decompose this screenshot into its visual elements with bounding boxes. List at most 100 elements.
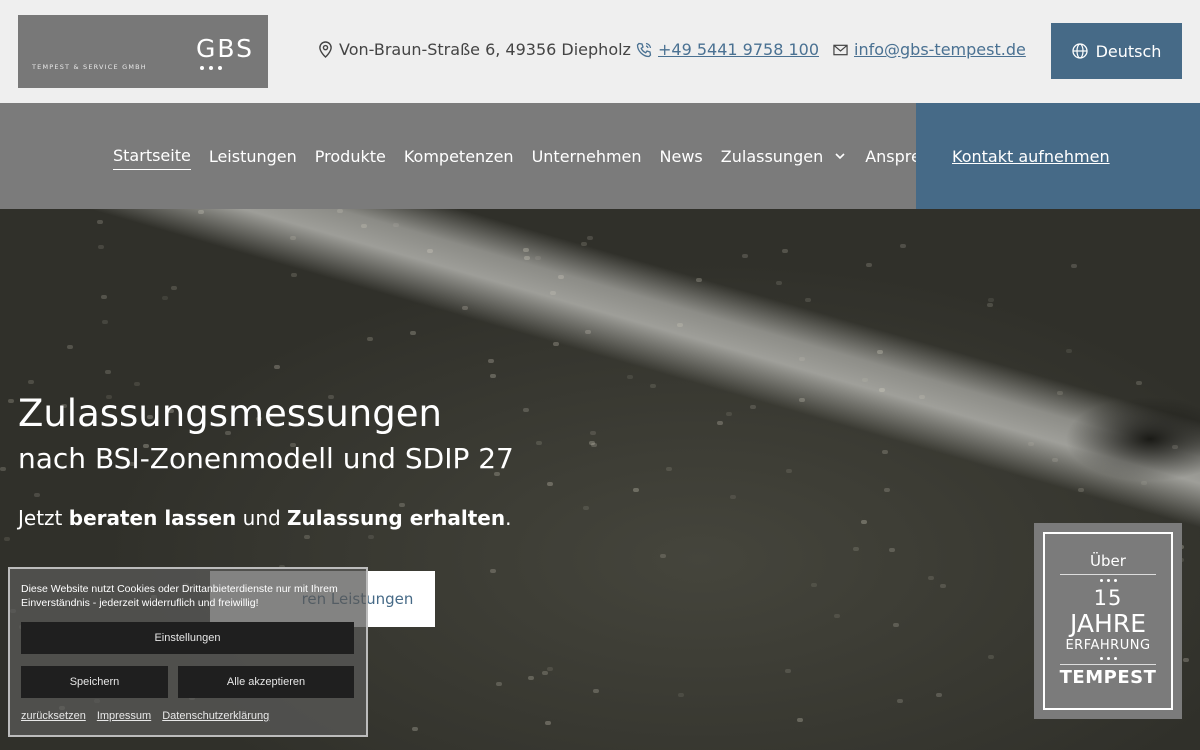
- hero-image-speck: [750, 405, 756, 409]
- hero-image-speck: [134, 382, 140, 386]
- experience-badge-frame: Über 15 JAHRE ERFAHRUNG TEMPEST: [1043, 532, 1173, 710]
- phone-link[interactable]: +49 5441 9758 100: [658, 40, 819, 59]
- badge-jahre: JAHRE: [1069, 609, 1146, 638]
- hero-image-speck: [558, 275, 564, 279]
- hero-image-speck: [367, 337, 373, 341]
- hero-image-speck: [581, 242, 587, 246]
- hero-image-speck: [490, 569, 496, 573]
- hero-image-speck: [633, 488, 639, 492]
- nav-item-zulassungen-label: Zulassungen: [720, 146, 824, 166]
- nav-item-leistungen[interactable]: Leistungen: [209, 146, 297, 170]
- hero-image-speck: [547, 667, 553, 671]
- phone-icon: [636, 42, 652, 57]
- hero-image-speck: [553, 342, 559, 346]
- hero-image-speck: [666, 467, 672, 471]
- nav-item-kompetenzen[interactable]: Kompetenzen: [404, 146, 514, 170]
- cookie-imprint-link[interactable]: Impressum: [97, 710, 151, 722]
- hero-image-speck: [524, 256, 530, 260]
- hero-image-speck: [717, 421, 723, 425]
- hero-image-speck: [337, 209, 343, 213]
- hero-image-speck: [105, 370, 111, 374]
- hero-lead-part: und: [236, 506, 288, 530]
- badge-tempest: TEMPEST: [1059, 667, 1157, 688]
- hero-image-speck: [1078, 488, 1084, 492]
- hero-image-speck: [488, 359, 494, 363]
- hero-image-speck: [102, 320, 108, 324]
- hero-image-speck: [28, 380, 34, 384]
- cookie-accept-all-button[interactable]: Alle akzeptieren: [178, 666, 354, 698]
- logo-subtitle: TEMPEST & SERVICE GMBH: [32, 63, 147, 71]
- hero-image-speck: [1028, 442, 1034, 446]
- hero-image-speck: [410, 331, 416, 335]
- nav-item-news[interactable]: News: [660, 146, 703, 170]
- hero-image-speck: [866, 263, 872, 267]
- mail-icon: [833, 44, 848, 55]
- hero-image-speck: [1066, 349, 1072, 353]
- contact-cta[interactable]: Kontakt aufnehmen: [916, 103, 1200, 209]
- hero-image-speck: [523, 248, 529, 252]
- nav-item-zulassungen[interactable]: Zulassungen: [721, 146, 847, 170]
- hero-image-speck: [797, 718, 803, 722]
- hero-image-speck: [650, 384, 656, 388]
- hero-image-speck: [742, 254, 748, 258]
- hero-image-speck: [98, 245, 104, 249]
- hero-image-speck: [274, 365, 280, 369]
- address-text: Von-Braun-Straße 6, 49356 Diepholz: [339, 40, 631, 59]
- hero-image-speck: [547, 482, 553, 486]
- hero-image-speck: [785, 669, 791, 673]
- hero-image-speck: [1136, 381, 1142, 385]
- hero-image-speck: [304, 535, 310, 539]
- hero-image-speck: [889, 548, 895, 552]
- hero-image-speck: [67, 345, 73, 349]
- hero-image-speck: [861, 520, 867, 524]
- hero-image-speck: [897, 699, 903, 703]
- hero-image-speck: [368, 535, 374, 539]
- hero-image-speck: [0, 467, 6, 471]
- hero-image-speck: [34, 493, 40, 497]
- globe-icon: [1071, 43, 1088, 59]
- email[interactable]: info@gbs-tempest.de: [833, 40, 1026, 59]
- experience-badge: Über 15 JAHRE ERFAHRUNG TEMPEST: [1034, 523, 1182, 719]
- hero-image-speck: [782, 249, 788, 253]
- cookie-save-button[interactable]: Speichern: [21, 666, 168, 698]
- hero-image-speck: [593, 689, 599, 693]
- email-link[interactable]: info@gbs-tempest.de: [854, 40, 1026, 59]
- hero-image-speck: [786, 469, 792, 473]
- hero-image-speck: [660, 554, 666, 558]
- hero-image-speck: [1057, 391, 1063, 395]
- nav-item-unternehmen[interactable]: Unternehmen: [532, 146, 642, 170]
- nav-item-produkte[interactable]: Produkte: [315, 146, 386, 170]
- badge-dots: [1045, 657, 1171, 660]
- nav-item-startseite[interactable]: Startseite: [113, 146, 191, 170]
- main-navigation: Startseite Leistungen Produkte Kompetenz…: [0, 103, 999, 209]
- hero-image-speck: [799, 398, 805, 402]
- hero-image-speck: [884, 488, 890, 492]
- language-button[interactable]: Deutsch: [1051, 23, 1182, 79]
- cookie-settings-button[interactable]: Einstellungen: [21, 622, 354, 654]
- badge-ueber: Über: [1090, 552, 1126, 570]
- hero-image-speck: [1183, 658, 1189, 662]
- badge-years: 15: [1093, 586, 1123, 610]
- contact-cta-label: Kontakt aufnehmen: [952, 146, 1110, 166]
- cookie-reset-link[interactable]: zurücksetzen: [21, 710, 86, 722]
- hero-image-speck: [877, 350, 883, 354]
- hero-image-speck: [490, 374, 496, 378]
- hero-image-speck: [427, 249, 433, 253]
- phone[interactable]: +49 5441 9758 100: [636, 40, 819, 59]
- company-logo[interactable]: GBS TEMPEST & SERVICE GMBH: [18, 15, 268, 88]
- hero-image-speck: [8, 399, 14, 403]
- hero-image-speck: [587, 236, 593, 240]
- hero-image-speck: [198, 210, 204, 214]
- hero-lead-bold: Zulassung erhalten: [287, 506, 506, 530]
- logo-dots: [200, 66, 222, 70]
- hero-image-speck: [290, 236, 296, 240]
- logo-text: GBS: [196, 34, 254, 63]
- top-bar: GBS TEMPEST & SERVICE GMBH Von-Braun-Str…: [0, 0, 1200, 103]
- hero-lead-bold: beraten lassen: [68, 506, 237, 530]
- hero-image-speck: [936, 693, 942, 697]
- hero-image-speck: [1052, 458, 1058, 462]
- hero-image-speck: [1141, 481, 1147, 485]
- hero-image-speck: [162, 296, 168, 300]
- hero-image-speck: [545, 721, 551, 725]
- cookie-privacy-link[interactable]: Datenschutzerklärung: [162, 710, 269, 722]
